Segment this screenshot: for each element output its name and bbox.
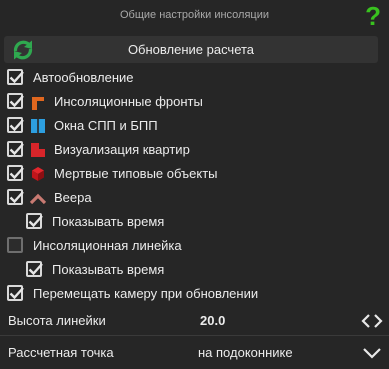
panel-header: Общие настройки инсоляции ? <box>0 0 389 32</box>
option-row-fans-show-time[interactable]: Показывать время <box>0 211 389 233</box>
option-row-spp-windows[interactable]: Окна СПП и БПП <box>0 115 389 137</box>
window-icon <box>31 119 45 133</box>
checkmark-icon <box>28 215 43 228</box>
checkbox-move-camera[interactable] <box>7 285 24 301</box>
calc-point-label: Рассчетная точка <box>8 345 114 360</box>
checkbox-insolation-fronts[interactable] <box>7 93 24 109</box>
option-row-insolation-fronts[interactable]: Инсоляционные фронты <box>0 91 389 113</box>
checkmark-icon <box>9 119 24 132</box>
checkmark-icon <box>28 263 43 276</box>
cube-icon <box>32 167 44 181</box>
calc-point-select[interactable]: на подоконнике <box>198 345 293 360</box>
front-icon <box>32 97 44 110</box>
ruler-height-row: Высота линейки 20.0 <box>0 309 389 333</box>
checkbox-ruler-show-time[interactable] <box>26 261 43 277</box>
option-label-insolation-fronts: Инсоляционные фронты <box>54 94 203 109</box>
checkbox-fans-show-time[interactable] <box>26 213 43 229</box>
update-calculation-label: Обновление расчета <box>127 42 255 57</box>
calc-point-row: Рассчетная точка на подоконнике <box>0 341 389 365</box>
left-right-arrows-icon[interactable] <box>361 314 383 328</box>
option-label-spp-windows: Окна СПП и БПП <box>54 118 158 133</box>
option-label-move-camera: Перемещать камеру при обновлении <box>33 286 259 301</box>
update-calculation-button[interactable]: Обновление расчета <box>4 36 378 63</box>
insolation-settings-panel: Общие настройки инсоляции ? Обновление р… <box>0 0 389 369</box>
checkbox-spp-windows[interactable] <box>7 117 24 133</box>
option-label-dead-objects: Мертвые типовые объекты <box>54 166 218 181</box>
option-label-ruler-show-time: Показывать время <box>52 262 165 277</box>
checkmark-icon <box>9 287 24 300</box>
checkmark-icon <box>9 95 24 108</box>
checkbox-dead-objects[interactable] <box>7 165 24 181</box>
help-icon[interactable]: ? <box>365 1 381 31</box>
option-row-ruler-show-time[interactable]: Показывать время <box>0 259 389 281</box>
checkbox-auto-update[interactable] <box>7 69 24 85</box>
fan-icon <box>30 193 46 205</box>
row-divider <box>0 335 389 336</box>
option-label-auto-update: Автообновление <box>33 70 134 85</box>
option-row-insolation-ruler[interactable]: Инсоляционная линейка <box>0 235 389 257</box>
ruler-height-label: Высота линейки <box>8 313 106 328</box>
checkbox-apartment-vis[interactable] <box>7 141 24 157</box>
checkmark-icon <box>9 143 24 156</box>
checkbox-insolation-ruler[interactable] <box>7 237 23 253</box>
option-label-insolation-ruler: Инсоляционная линейка <box>33 238 182 253</box>
option-label-fans-show-time: Показывать время <box>52 214 165 229</box>
checkmark-icon <box>9 71 24 84</box>
ruler-height-value[interactable]: 20.0 <box>200 313 225 328</box>
checkmark-icon <box>9 191 24 204</box>
option-row-move-camera[interactable]: Перемещать камеру при обновлении <box>0 283 389 305</box>
chevron-down-icon[interactable] <box>362 347 382 359</box>
panel-title: Общие настройки инсоляции <box>119 9 270 21</box>
checkmark-icon <box>9 167 24 180</box>
option-row-auto-update[interactable]: Автообновление <box>0 67 389 89</box>
apartment-icon <box>31 143 45 157</box>
option-row-fans[interactable]: Веера <box>0 187 389 209</box>
checkbox-fans[interactable] <box>7 189 24 205</box>
option-label-fans: Веера <box>54 190 92 205</box>
option-label-apartment-vis: Визуализация квартир <box>54 142 190 157</box>
option-row-apartment-vis[interactable]: Визуализация квартир <box>0 139 389 161</box>
option-row-dead-objects[interactable]: Мертвые типовые объекты <box>0 163 389 185</box>
